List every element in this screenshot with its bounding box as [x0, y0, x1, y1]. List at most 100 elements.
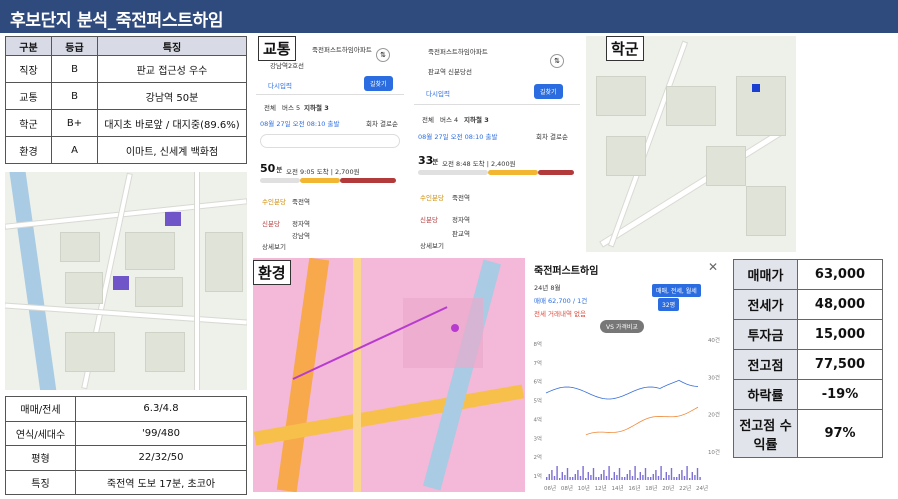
info-value: '99/480	[75, 420, 247, 446]
volume-bar	[676, 477, 678, 480]
y2-tick-label: 40건	[708, 337, 720, 344]
volume-bar	[683, 476, 686, 480]
route-panel-gangnam: 교통 죽전퍼스트하임아파트 강남역2호선 ⇅ 다시입력 길찾기 전체 버스 5 …	[256, 36, 404, 250]
route-from[interactable]: 죽전퍼스트하임아파트	[312, 44, 372, 54]
volume-bar	[670, 468, 673, 480]
route-step: 죽전역	[292, 198, 310, 206]
volume-bar	[605, 476, 608, 480]
tab-subway[interactable]: 지하철 3	[464, 114, 489, 124]
tab-subway[interactable]: 지하철 3	[304, 102, 329, 112]
y-tick-label: 8억	[533, 340, 542, 348]
volume-bar	[668, 475, 670, 480]
volume-bar	[598, 477, 600, 480]
sale-price-line	[545, 379, 699, 400]
environment-label: 환경	[253, 260, 291, 285]
route-step: 신분당	[420, 216, 438, 224]
tab-all[interactable]: 전체	[264, 102, 276, 112]
x-tick-label: 20년	[662, 484, 674, 492]
grade-value: B	[51, 55, 98, 83]
volume-bar	[678, 474, 680, 480]
volume-bar	[696, 468, 699, 480]
y2-tick-label: 30건	[708, 374, 720, 381]
route-step: 정자역	[292, 220, 310, 228]
reset-button[interactable]: 다시입력	[426, 88, 450, 98]
volume-bar	[699, 477, 701, 480]
find-route-button[interactable]: 길찾기	[534, 84, 563, 99]
info-value: 죽전역 도보 17분, 초코아	[75, 469, 247, 495]
find-route-button[interactable]: 길찾기	[364, 76, 393, 91]
volume-bar	[655, 470, 657, 480]
volume-bar	[548, 474, 550, 480]
info-value: 6.3/4.8	[75, 396, 247, 422]
table-row: 직장 B 판교 접근성 우수	[5, 55, 247, 83]
tab-bus[interactable]: 버스 4	[440, 114, 458, 124]
departure-time[interactable]: 08월 27일 오전 08:10 출발	[418, 131, 497, 141]
summary-key: 하락률	[733, 379, 798, 410]
details-link[interactable]: 상세보기	[262, 241, 286, 250]
x-tick-label: 08년	[561, 484, 573, 492]
volume-bar	[663, 478, 665, 480]
location-pin-icon[interactable]	[451, 324, 459, 332]
departure-time[interactable]: 08월 27일 오전 08:10 출발	[260, 118, 339, 128]
volume-bar	[657, 476, 660, 480]
x-tick-label: 10년	[578, 484, 590, 492]
route-step: 수인분당	[262, 198, 286, 206]
summary-table: 매매가 63,000 전세가 48,000 투자금 15,000 전고점 77,500 …	[733, 259, 883, 458]
table-row: 특징 죽전역 도보 17분, 초코아	[5, 469, 247, 495]
route-to[interactable]: 강남역2호선	[270, 60, 304, 70]
table-row: 투자금 15,000	[733, 319, 883, 350]
summary-value: -19%	[797, 379, 883, 410]
volume-bar	[634, 466, 636, 480]
volume-bar	[621, 477, 623, 480]
apartment-marker-icon[interactable]	[113, 276, 129, 290]
school-marker-icon[interactable]	[752, 84, 760, 92]
volume-bar	[618, 468, 621, 480]
arrival-detail: 오전 9:05 도착 | 2,700원	[286, 168, 360, 176]
travel-minutes-unit: 분	[276, 166, 283, 174]
price-chart: 8억 7억 6억 5억 4억 3억 2억 1억 40건 30건 20건 10건 06년 08년 10년 12년…	[533, 337, 720, 492]
grade-category: 교통	[5, 82, 52, 110]
summary-key: 매매가	[733, 259, 798, 290]
route-from[interactable]: 죽전퍼스트하임아파트	[428, 46, 488, 56]
tab-all[interactable]: 전체	[422, 114, 434, 124]
volume-bar	[626, 474, 628, 480]
x-tick-label: 24년	[696, 484, 708, 492]
table-row: 매매/전세 6.3/4.8	[5, 396, 247, 422]
volume-bar	[660, 466, 662, 480]
arrival-detail: 오전 8:48 도착 | 2,400원	[442, 160, 516, 168]
table-row: 전고점 77,500	[733, 349, 883, 380]
location-map[interactable]	[5, 172, 247, 390]
summary-value: 63,000	[797, 259, 883, 290]
volume-bar	[561, 472, 563, 480]
volume-bar	[691, 472, 693, 480]
grades-header-feature: 특징	[97, 36, 247, 56]
grade-value: B	[51, 82, 98, 110]
volume-bar	[639, 472, 641, 480]
environment-map[interactable]: 환경	[253, 258, 525, 492]
volume-bar	[590, 475, 592, 480]
travel-minutes: 50	[260, 162, 276, 175]
route-step: 정자역	[452, 216, 470, 224]
volume-bar	[577, 470, 579, 480]
summary-value: 97%	[797, 409, 883, 458]
apartment-marker-icon[interactable]	[165, 212, 181, 226]
volume-bar	[556, 466, 558, 480]
info-key: 평형	[5, 445, 76, 471]
sort-option[interactable]: 회차 결로순	[536, 131, 568, 141]
summary-key: 전세가	[733, 289, 798, 320]
details-link[interactable]: 상세보기	[420, 240, 444, 250]
school-map[interactable]: 학군	[586, 36, 796, 252]
swap-icon[interactable]: ⇅	[376, 48, 390, 62]
swap-icon[interactable]: ⇅	[550, 54, 564, 68]
tab-bus[interactable]: 버스 5	[282, 102, 300, 112]
sort-option[interactable]: 회차 결로순	[366, 118, 398, 128]
table-row: 하락률 -19%	[733, 379, 883, 410]
x-tick-label: 18년	[645, 484, 657, 492]
grades-header-category: 구분	[5, 36, 52, 56]
x-tick-label: 12년	[595, 484, 607, 492]
table-row: 전고점 수익률 97%	[733, 409, 883, 458]
route-to[interactable]: 판교역 신분당선	[428, 66, 472, 76]
table-row: 연식/세대수 '99/480	[5, 420, 247, 446]
reset-button[interactable]: 다시입력	[268, 80, 292, 90]
volume-bar	[603, 470, 605, 480]
